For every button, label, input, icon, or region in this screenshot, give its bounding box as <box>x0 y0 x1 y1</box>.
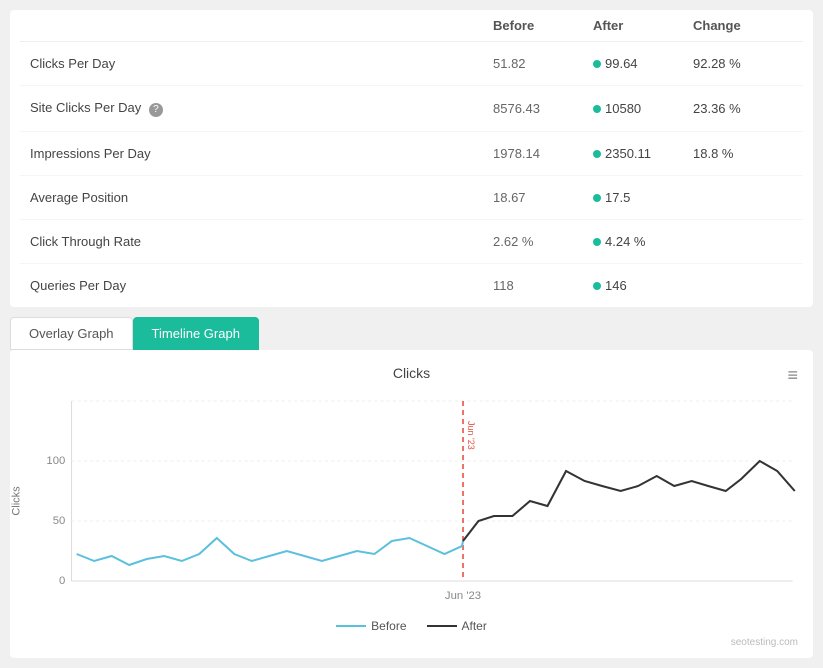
before-value: 8576.43 <box>493 101 593 116</box>
table-row: Average Position 18.67 17.5 <box>20 176 803 220</box>
chart-wrapper: Clicks 0 50 100 Jun '23 <box>20 391 803 611</box>
after-value: 17.5 <box>593 190 693 205</box>
chart-svg: 0 50 100 Jun '23 Jun '23 <box>20 391 803 611</box>
after-value: 10580 <box>593 101 693 116</box>
before-value: 1978.14 <box>493 146 593 161</box>
legend-before-line <box>336 625 366 627</box>
after-value: 4.24 % <box>593 234 693 249</box>
after-value: 146 <box>593 278 693 293</box>
chart-title: Clicks <box>20 365 803 381</box>
table-row: Click Through Rate 2.62 % 4.24 % <box>20 220 803 264</box>
metric-name: Click Through Rate <box>30 234 493 249</box>
before-value: 18.67 <box>493 190 593 205</box>
before-value: 2.62 % <box>493 234 593 249</box>
table-row: Impressions Per Day 1978.14 2350.11 18.8… <box>20 132 803 176</box>
metric-name: Queries Per Day <box>30 278 493 293</box>
table-row: Site Clicks Per Day ? 8576.43 10580 23.3… <box>20 86 803 132</box>
y-axis-label: Clicks <box>11 486 23 515</box>
svg-text:Jun '23: Jun '23 <box>466 421 476 450</box>
before-column-header: Before <box>493 18 593 33</box>
watermark: seotesting.com <box>20 637 803 648</box>
chart-menu-icon[interactable]: ≡ <box>787 365 798 386</box>
metric-name: Average Position <box>30 190 493 205</box>
before-value: 51.82 <box>493 56 593 71</box>
tab-overlay-graph[interactable]: Overlay Graph <box>10 317 133 350</box>
table-row: Clicks Per Day 51.82 99.64 92.28 % <box>20 42 803 86</box>
after-dot-indicator <box>593 238 601 246</box>
table-header: Before After Change <box>20 10 803 42</box>
after-dot-indicator <box>593 150 601 158</box>
after-value: 2350.11 <box>593 146 693 161</box>
change-value: 18.8 % <box>693 146 793 161</box>
change-column-header: Change <box>693 18 793 33</box>
after-dot-indicator <box>593 194 601 202</box>
help-icon[interactable]: ? <box>149 103 163 117</box>
svg-text:50: 50 <box>53 515 66 527</box>
metric-name: Site Clicks Per Day ? <box>30 100 493 117</box>
after-dot-indicator <box>593 105 601 113</box>
metric-name: Clicks Per Day <box>30 56 493 71</box>
svg-text:Jun '23: Jun '23 <box>445 590 481 602</box>
metric-name: Impressions Per Day <box>30 146 493 161</box>
page-container: Before After Change Clicks Per Day 51.82… <box>0 0 823 668</box>
svg-text:100: 100 <box>46 455 65 467</box>
tab-timeline-graph[interactable]: Timeline Graph <box>133 317 259 350</box>
after-dot-indicator <box>593 282 601 290</box>
after-value: 99.64 <box>593 56 693 71</box>
table-row: Queries Per Day 118 146 <box>20 264 803 307</box>
before-value: 118 <box>493 278 593 293</box>
stats-table: Before After Change Clicks Per Day 51.82… <box>10 10 813 307</box>
metric-column-header <box>30 18 493 33</box>
change-value: 92.28 % <box>693 56 793 71</box>
change-value: 23.36 % <box>693 101 793 116</box>
chart-card: Clicks ≡ Clicks 0 50 100 Jun '23 <box>10 350 813 658</box>
after-column-header: After <box>593 18 693 33</box>
legend-after-line <box>427 625 457 627</box>
tabs-row: Overlay Graph Timeline Graph <box>10 317 813 350</box>
after-dot-indicator <box>593 60 601 68</box>
svg-text:0: 0 <box>59 575 65 587</box>
